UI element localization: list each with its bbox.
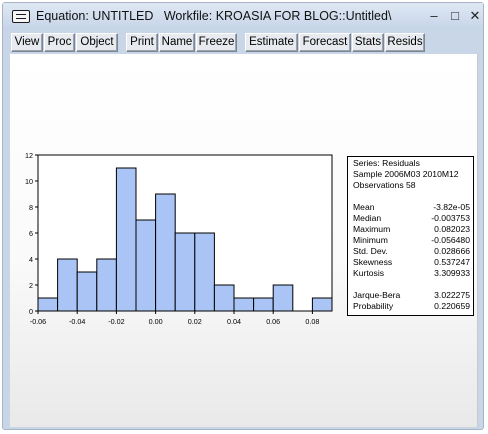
histogram-bar [135,219,157,312]
stats-label: Jarque-Bera [353,290,401,300]
x-tick-label: -0.04 [69,317,85,326]
histogram-bar [37,297,59,312]
histogram-bar [311,297,333,312]
y-tick-label: 2 [29,281,33,290]
histogram-bar [272,284,294,312]
histogram-bar [155,193,176,312]
histogram-bar [76,271,98,312]
histogram-bar [96,258,117,312]
y-tick-label: 6 [29,229,33,238]
y-tick-label: 8 [29,203,33,212]
stats-label: Median [353,213,382,223]
stats-label: Mean [353,202,375,212]
stats-row-mean: Mean -3.82e-05 [353,202,470,213]
stats-row-skewness: Skewness 0.537247 [353,257,470,268]
stats-row-maximum: Maximum 0.082023 [353,224,470,235]
y-tick-label: 12 [25,151,33,160]
x-tick-label: -0.02 [108,317,124,326]
x-tick-label: 0.06 [266,317,280,326]
stats-value: 3.022275 [434,290,470,300]
x-tick-label: -0.06 [30,317,46,326]
stats-value: -0.003753 [431,213,470,223]
descriptive-stats-box: Series: Residuals Sample 2006M03 2010M12… [347,156,474,316]
stats-row-minimum: Minimum -0.056480 [353,235,470,246]
stats-label: Probability [353,301,394,311]
x-tick-label: 0.02 [188,317,202,326]
histogram-bar [233,297,255,312]
stats-series: Series: Residuals [353,158,420,168]
stats-row-median: Median -0.003753 [353,213,470,224]
stats-value: 0.220659 [434,301,470,311]
histogram-bar [253,297,274,312]
histogram-bar [213,284,235,312]
y-tick-label: 4 [29,255,33,264]
x-tick-label: 0.04 [227,317,241,326]
histogram-bar [194,232,215,312]
stats-value: 0.082023 [434,224,470,234]
y-tick-label: 10 [25,177,33,186]
stats-row-std-dev: Std. Dev. 0.028666 [353,246,470,257]
stats-label: Kurtosis [353,268,385,278]
stats-value: 0.537247 [434,257,470,267]
stats-row-probability: Probability 0.220659 [353,301,470,312]
stats-label: Minimum [353,235,388,245]
stats-value: 3.309933 [434,268,470,278]
stats-value: -0.056480 [431,235,470,245]
stats-label: Skewness [353,257,393,267]
x-tick-label: 0.08 [305,317,319,326]
histogram-bar [174,232,196,312]
stats-value: 0.028666 [434,246,470,256]
histogram-bar [115,167,137,312]
stats-label: Maximum [353,224,391,234]
histogram-bar [57,258,78,312]
stats-observations: Observations 58 [353,180,416,190]
stats-row-jarque-bera: Jarque-Bera 3.022275 [353,290,470,301]
y-tick-label: 0 [29,307,33,316]
stats-sample: Sample 2006M03 2010M12 [353,169,459,179]
stats-label: Std. Dev. [353,246,388,256]
stats-value: -3.82e-05 [433,202,470,212]
stats-row-kurtosis: Kurtosis 3.309933 [353,268,470,279]
x-tick-label: 0.00 [149,317,163,326]
